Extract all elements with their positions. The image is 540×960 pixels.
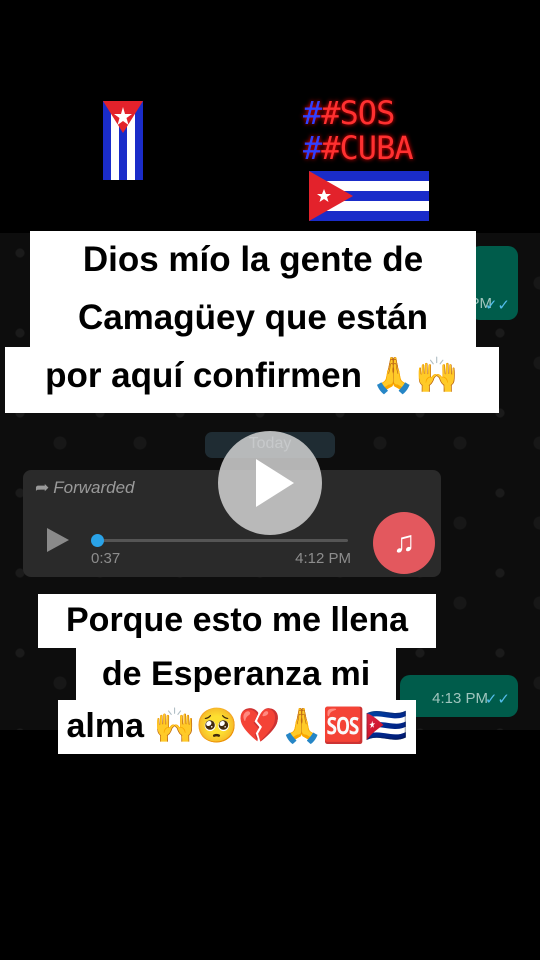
audio-duration: 0:37 (91, 550, 121, 567)
audio-play-icon[interactable] (47, 528, 69, 552)
outgoing-message-top[interactable]: PM ✓✓ (470, 246, 518, 320)
caption-line: alma 🙌🥺💔🙏🆘🇨🇺 (58, 700, 416, 754)
audio-scrubber-handle[interactable] (91, 534, 104, 547)
caption-line: Porque esto me llena (38, 594, 436, 648)
cuba-flag-icon (103, 101, 143, 180)
forwarded-label: ➦ Forwarded (35, 478, 135, 497)
caption-line: Dios mío la gente de (30, 231, 476, 289)
sos-cuba-hashtags: ##SOS ##CUBA (303, 94, 414, 167)
forward-arrow-icon: ➦ (35, 478, 50, 497)
read-receipt-icon: ✓✓ (484, 297, 510, 314)
music-note-icon: ♫ (373, 512, 435, 574)
audio-progress-track[interactable] (96, 539, 348, 542)
video-play-button[interactable] (218, 431, 322, 535)
caption-line: por aquí confirmen 🙏🙌 (5, 347, 499, 413)
hashtag-sos: #SOS (321, 94, 395, 132)
outgoing-message-bottom[interactable]: 4:13 PM ✓✓ (400, 675, 518, 717)
play-icon (256, 459, 294, 507)
caption-line: Camagüey que están (30, 289, 476, 347)
read-receipt-icon: ✓✓ (484, 691, 510, 708)
caption-line: de Esperanza mi (76, 648, 396, 700)
cuba-flag-neon-icon (309, 171, 429, 221)
hashtag-cuba: #CUBA (321, 129, 413, 167)
message-time: 4:13 PM (432, 690, 488, 707)
audio-time: 4:12 PM (295, 550, 351, 567)
